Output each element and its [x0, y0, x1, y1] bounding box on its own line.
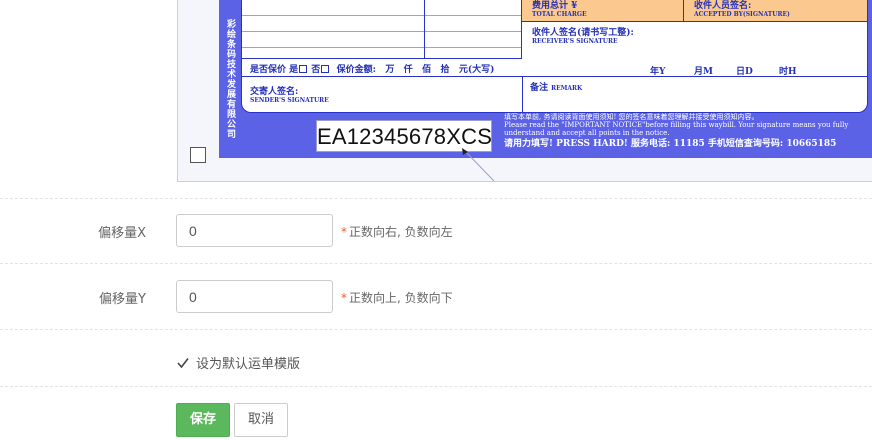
- date-day: 日D: [736, 67, 753, 77]
- date-year: 年Y: [650, 67, 666, 77]
- divider: [0, 198, 872, 199]
- insured-yes-box: [299, 65, 308, 73]
- cancel-button[interactable]: 取消: [234, 403, 288, 437]
- offset-y-hint: * 正数向上, 负数向下: [341, 289, 453, 306]
- sender-signature-cn: 交寄人签名:: [250, 87, 299, 97]
- offset-x-input[interactable]: [176, 214, 333, 247]
- offset-x-hint: * 正数向右, 负数向左: [341, 223, 453, 240]
- receiver-signature-en: RECEIVER'S SIGNATURE: [532, 38, 618, 45]
- divider: [0, 386, 872, 387]
- checkmark-icon[interactable]: [176, 356, 190, 370]
- date-hour: 时H: [779, 67, 797, 77]
- accepted-by-cn: 收件人员签名:: [694, 1, 752, 11]
- arrow-pointer-icon: [462, 148, 495, 181]
- required-star: *: [341, 291, 347, 305]
- insured-no-box: [321, 65, 330, 73]
- waybill-spine-text: 彩绘条码技术发展有限公司: [225, 19, 235, 139]
- receiver-signature-cn: 收件人签名(请书写工整):: [532, 28, 634, 38]
- divider: [0, 329, 872, 330]
- waybill-preview: 彩绘条码技术发展有限公司 费用总计 ¥ TOTAL CHARGE 收件人员签名:…: [177, 0, 872, 182]
- offset-y-input[interactable]: [176, 280, 333, 313]
- insured-amount: 保价金额:: [336, 65, 376, 75]
- offset-y-label: 偏移量Y: [99, 292, 146, 307]
- accepted-by-en: ACCEPTED BY(SIGNATURE): [694, 11, 790, 18]
- divider: [0, 263, 872, 264]
- sender-signature-en: SENDER'S SIGNATURE: [250, 97, 329, 104]
- remark: 备注 REMARK: [530, 80, 582, 93]
- offset-y-hint-text: 正数向上, 负数向下: [349, 291, 453, 305]
- date-month: 月M: [694, 67, 713, 77]
- required-star: *: [341, 225, 347, 239]
- notice-en: Please read the "IMPORTANT NOTICE"before…: [504, 121, 849, 137]
- offset-x-label: 偏移量X: [98, 226, 146, 241]
- waybill-form-area: 费用总计 ¥ TOTAL CHARGE 收件人员签名: ACCEPTED BY(…: [241, 0, 868, 113]
- insured-units: 万 仟 佰 拾 元(大写): [385, 65, 495, 75]
- insured-no: 否: [311, 65, 321, 75]
- insured-prefix: 是否保价 是: [250, 65, 299, 75]
- offset-x-hint-text: 正数向右, 负数向左: [349, 225, 453, 239]
- notice-cn: 填写本单前, 务请阅读背面使用须知! 您的签名意味着您理解并接受使用须知内容。: [504, 113, 759, 121]
- row-select-checkbox[interactable]: [190, 147, 206, 163]
- waybill-notice: 填写本单前, 务请阅读背面使用须知! 您的签名意味着您理解并接受使用须知内容。 …: [504, 113, 872, 158]
- remark-en: REMARK: [551, 85, 583, 92]
- save-button[interactable]: 保存: [176, 403, 230, 437]
- default-template-label: 设为默认运单模版: [196, 357, 301, 372]
- total-charge-cn: 费用总计 ¥: [532, 1, 578, 11]
- press-hard-line: 请用力填写! PRESS HARD! 服务电话: 11185 手机短信查询号码:…: [504, 139, 837, 149]
- remark-cn: 备注: [530, 83, 549, 93]
- total-charge-en: TOTAL CHARGE: [532, 11, 587, 18]
- default-template-option[interactable]: 设为默认运单模版: [176, 353, 300, 372]
- insured-row: 是否保价 是 否 保价金额: 万 仟 佰 拾 元(大写): [250, 62, 494, 75]
